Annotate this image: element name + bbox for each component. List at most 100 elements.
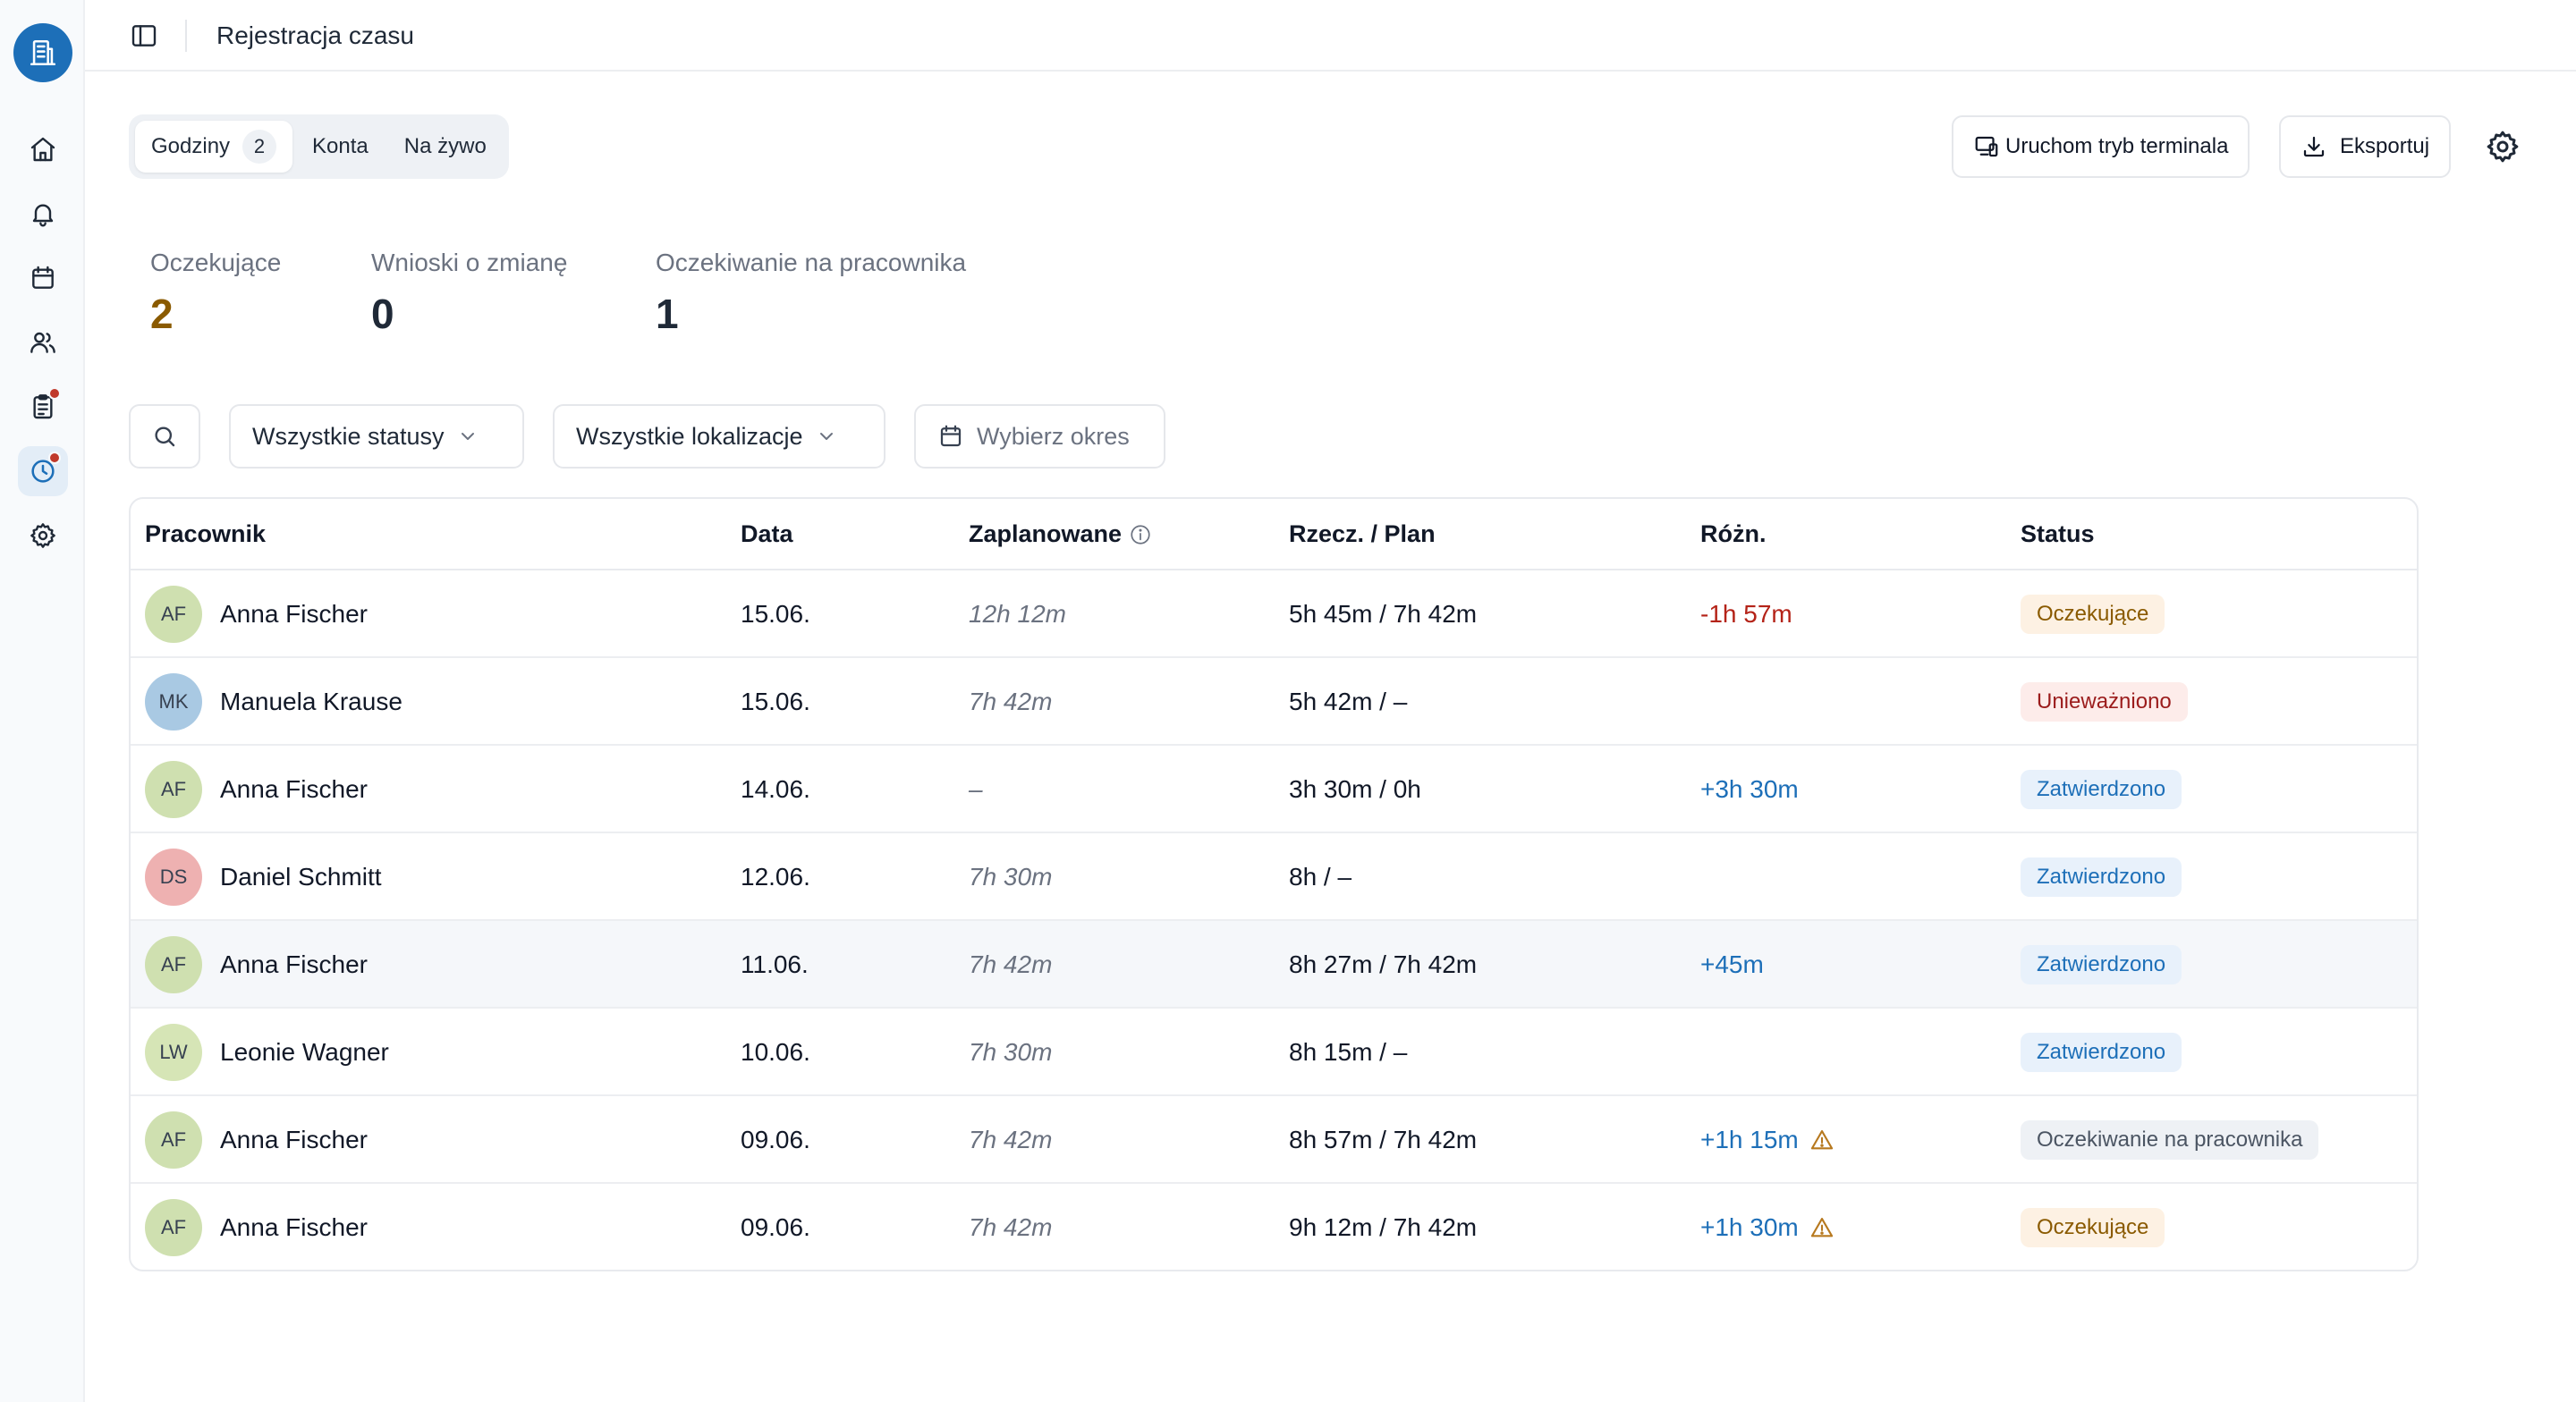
tab-label: Na żywo: [403, 134, 487, 158]
sidebar-item-settings[interactable]: [18, 511, 68, 561]
sidebar: [0, 0, 85, 1402]
avatar: AF: [145, 586, 202, 643]
stat-value: 0: [371, 291, 394, 337]
warning-icon: [1810, 1130, 1833, 1150]
actual-vs-plan: 8h / –: [1289, 863, 1352, 891]
chevron-down-icon: [461, 433, 474, 440]
avatar: AF: [145, 1199, 202, 1256]
column-header-status[interactable]: Status: [2021, 520, 2095, 548]
status-cell: Zatwierdzono: [2021, 746, 2182, 833]
sidebar-item-tasks[interactable]: [18, 382, 68, 432]
tab-label: Godziny: [151, 134, 231, 158]
difference-value: +45m: [1700, 950, 1764, 978]
table-row[interactable]: AF Anna Fischer 09.06. 7h 42m 8h 57m / 7h 42…: [131, 1096, 2417, 1184]
table-body: AF Anna Fischer 15.06. 12h 12m 5h 45m / 7h 4…: [131, 570, 2417, 1270]
sidebar-item-home[interactable]: [18, 124, 68, 174]
search-button[interactable]: [129, 404, 200, 469]
actual-vs-plan: 5h 45m / 7h 42m: [1289, 600, 1478, 628]
notification-dot: [48, 452, 61, 464]
stat-waiting-employee[interactable]: Oczekiwanie na pracownika 1: [656, 249, 966, 338]
location-filter-select[interactable]: Wszystkie lokalizacje: [553, 404, 886, 469]
actual-vs-plan: 9h 12m / 7h 42m: [1289, 1213, 1478, 1241]
table-row[interactable]: AF Anna Fischer 14.06. – 3h 30m / 0h +3h 30m Z…: [131, 746, 2417, 833]
export-button[interactable]: Eksportuj: [2279, 115, 2452, 178]
entry-date: 14.06.: [741, 775, 810, 803]
table-row[interactable]: AF Anna Fischer 15.06. 12h 12m 5h 45m / 7h 4…: [131, 570, 2417, 658]
location-filter-value: Wszystkie lokalizacje: [576, 422, 803, 450]
tab-live[interactable]: Na żywo: [388, 121, 503, 173]
tab-label: Konta: [312, 134, 369, 158]
entry-date: 09.06.: [741, 1126, 810, 1153]
app-logo[interactable]: [13, 23, 72, 82]
sidebar-toggle-icon[interactable]: [130, 21, 158, 50]
employee-name: Anna Fischer: [220, 600, 368, 628]
bell-icon: [32, 204, 54, 227]
column-header-planned[interactable]: Zaplanowane: [969, 520, 1152, 548]
planned-time: 7h 42m: [969, 1213, 1053, 1241]
table-row[interactable]: DS Daniel Schmitt 12.06. 7h 30m 8h / – Zatwie…: [131, 833, 2417, 921]
tab-count-badge: 2: [242, 130, 277, 164]
period-picker[interactable]: Wybierz okres: [914, 404, 1165, 469]
employee-name: Anna Fischer: [220, 1126, 368, 1153]
planned-time: 12h 12m: [969, 600, 1066, 628]
column-header-date[interactable]: Data: [741, 520, 793, 548]
avatar: DS: [145, 849, 202, 906]
terminal-mode-button[interactable]: Uruchom tryb terminala: [1952, 115, 2250, 178]
calendar-icon: [32, 266, 54, 289]
table-row[interactable]: MK Manuela Krause 15.06. 7h 42m 5h 42m / – Un…: [131, 658, 2417, 746]
status-badge: Zatwierdzono: [2021, 1033, 2182, 1072]
tab-hours[interactable]: Godziny 2: [135, 121, 293, 173]
stat-label: Oczekujące: [150, 249, 282, 276]
stat-label: Wnioski o zmianę: [371, 249, 568, 276]
employee-name: Anna Fischer: [220, 775, 368, 803]
employee-name: Anna Fischer: [220, 950, 368, 978]
entry-date: 15.06.: [741, 600, 810, 628]
stat-change-requests[interactable]: Wnioski o zmianę 0: [371, 249, 567, 338]
planned-time: 7h 30m: [969, 863, 1053, 891]
settings-icon[interactable]: [2485, 129, 2521, 165]
entry-date: 12.06.: [741, 863, 810, 891]
top-bar: Rejestracja czasu: [85, 0, 2576, 72]
planned-time: 7h 42m: [969, 950, 1053, 978]
devices-icon: [1975, 136, 1998, 157]
actual-vs-plan: 8h 57m / 7h 42m: [1289, 1126, 1478, 1153]
status-cell: Zatwierdzono: [2021, 1009, 2182, 1096]
sidebar-item-calendar[interactable]: [18, 253, 68, 303]
avatar: AF: [145, 1111, 202, 1169]
status-badge: Oczekiwanie na pracownika: [2021, 1120, 2319, 1160]
planned-time: 7h 42m: [969, 1126, 1053, 1153]
sidebar-item-notifications[interactable]: [18, 189, 68, 239]
notification-dot: [48, 387, 61, 400]
sidebar-item-time-tracking[interactable]: [18, 446, 68, 496]
actual-vs-plan: 8h 27m / 7h 42m: [1289, 950, 1478, 978]
column-header-label: Zaplanowane: [969, 520, 1123, 547]
terminal-mode-label: Uruchom tryb terminala: [2005, 134, 2229, 158]
difference-value: +1h 15m: [1700, 1126, 1799, 1153]
difference-value: +3h 30m: [1700, 775, 1799, 803]
status-badge: Oczekujące: [2021, 595, 2165, 634]
entry-date: 15.06.: [741, 688, 810, 715]
stat-value: 1: [656, 291, 679, 337]
status-cell: Zatwierdzono: [2021, 921, 2182, 1009]
view-tabs: Godziny 2 Konta Na żywo: [129, 114, 509, 179]
avatar: AF: [145, 761, 202, 818]
status-badge: Oczekujące: [2021, 1208, 2165, 1247]
info-icon[interactable]: [1129, 523, 1152, 546]
search-icon: [155, 427, 175, 447]
table-row[interactable]: AF Anna Fischer 11.06. 7h 42m 8h 27m / 7h 42…: [131, 921, 2417, 1009]
status-filter-select[interactable]: Wszystkie statusy: [229, 404, 524, 469]
actual-vs-plan: 3h 30m / 0h: [1289, 775, 1421, 803]
tab-accounts[interactable]: Konta: [296, 121, 385, 173]
status-badge: Unieważniono: [2021, 682, 2188, 722]
stat-pending[interactable]: Oczekujące 2: [150, 249, 281, 338]
column-header-employee[interactable]: Pracownik: [145, 520, 266, 548]
sidebar-item-employees[interactable]: [18, 317, 68, 367]
table-row[interactable]: AF Anna Fischer 09.06. 7h 42m 9h 12m / 7h 42…: [131, 1184, 2417, 1270]
entry-date: 10.06.: [741, 1038, 810, 1066]
column-header-actual-plan[interactable]: Rzecz. / Plan: [1289, 520, 1436, 548]
table-row[interactable]: LW Leonie Wagner 10.06. 7h 30m 8h 15m / – Zat…: [131, 1009, 2417, 1096]
status-badge: Zatwierdzono: [2021, 945, 2182, 984]
column-header-difference[interactable]: Różn.: [1700, 520, 1767, 548]
download-icon: [2303, 136, 2325, 157]
avatar: AF: [145, 936, 202, 993]
